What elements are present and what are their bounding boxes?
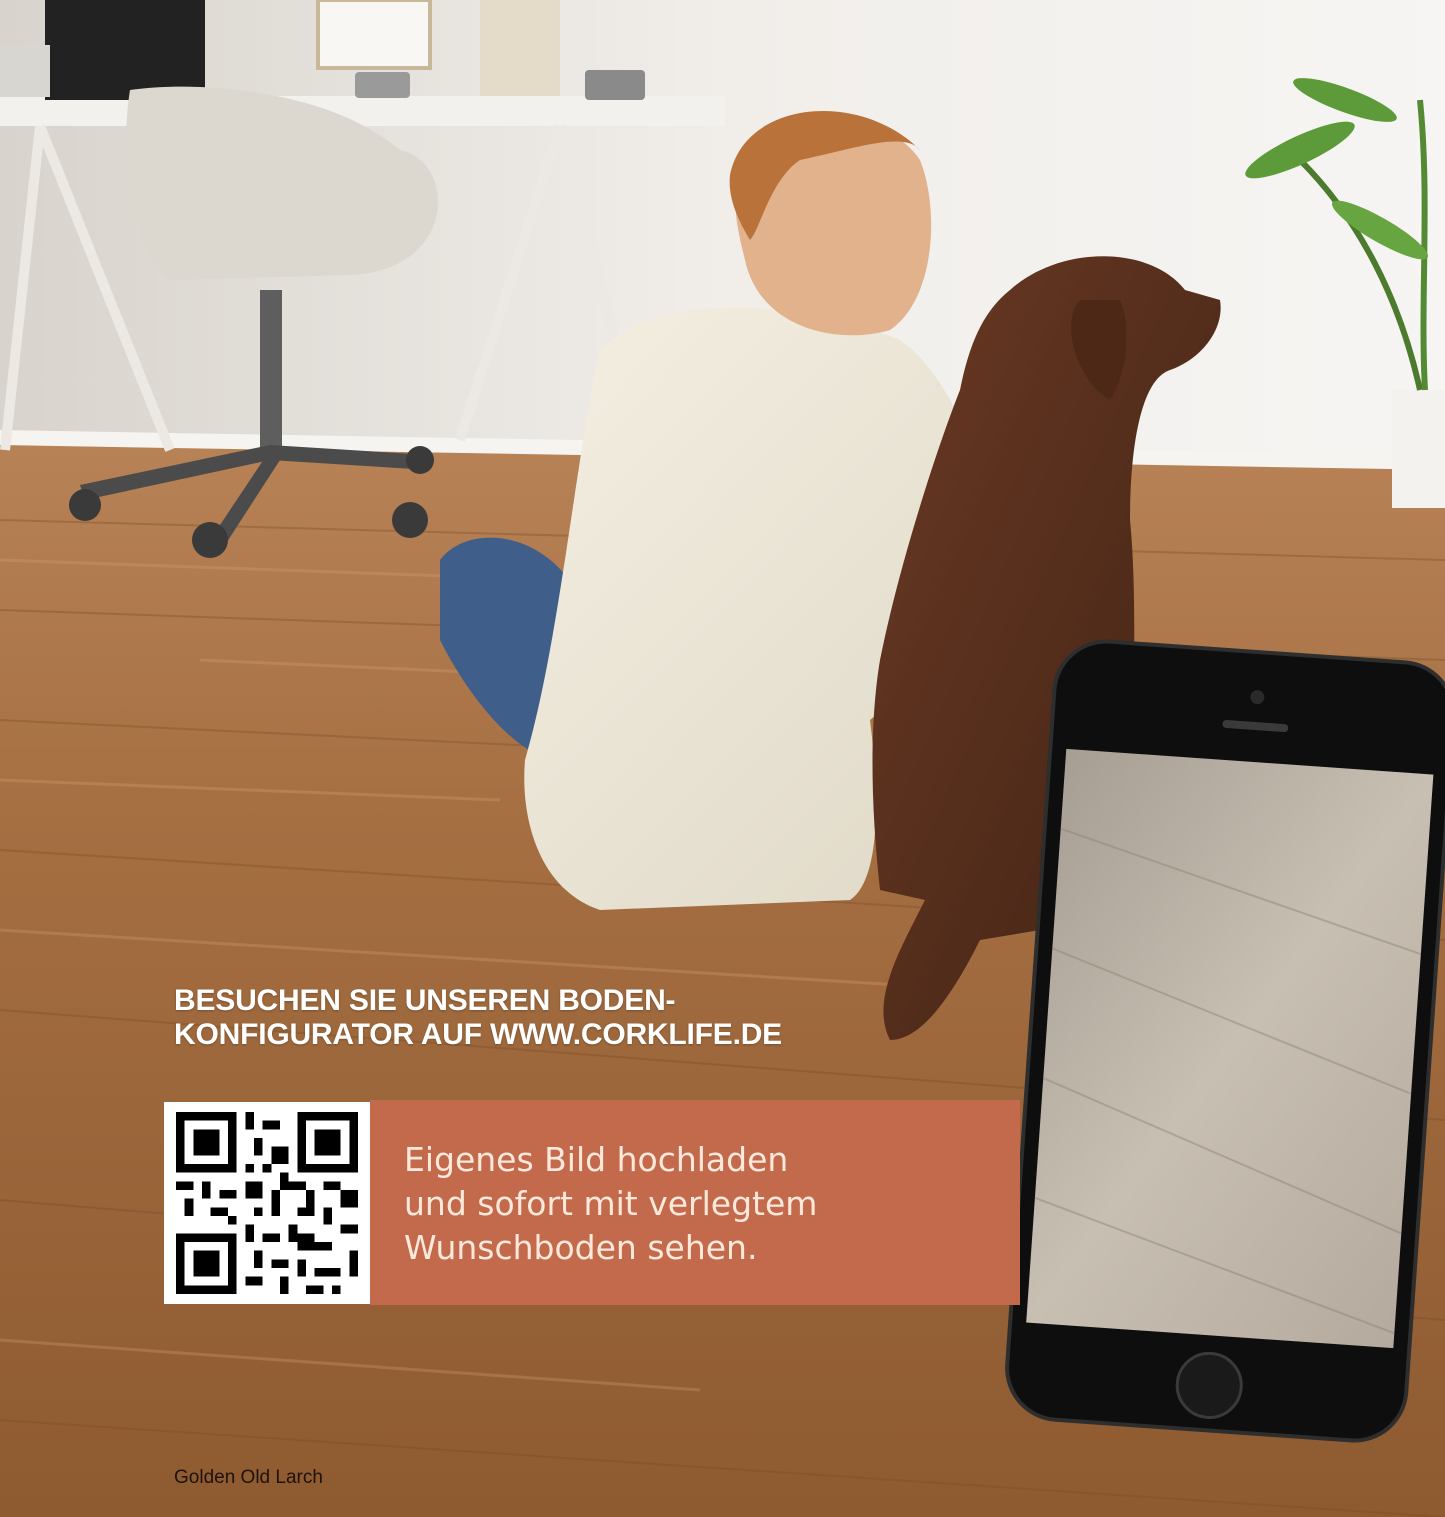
headline-line-1: BESUCHEN SIE UNSEREN BODEN-	[174, 984, 676, 1017]
promo-line-1: Eigenes Bild hochladen	[404, 1140, 789, 1179]
promo-line-3: Wunschboden sehen.	[404, 1228, 758, 1267]
promo-text: Eigenes Bild hochladen und sofort mit ve…	[404, 1138, 964, 1270]
headline: BESUCHEN SIE UNSEREN BODEN- KONFIGURATOR…	[174, 984, 894, 1052]
qr-code[interactable]	[164, 1102, 370, 1304]
promo-line-2: und sofort mit verlegtem	[404, 1184, 818, 1223]
qr-code-icon	[176, 1112, 358, 1294]
headline-line-2: KONFIGURATOR AUF WWW.CORKLIFE.DE	[174, 1018, 782, 1051]
product-caption: Golden Old Larch	[174, 1467, 323, 1488]
smartphone	[1005, 639, 1445, 1443]
